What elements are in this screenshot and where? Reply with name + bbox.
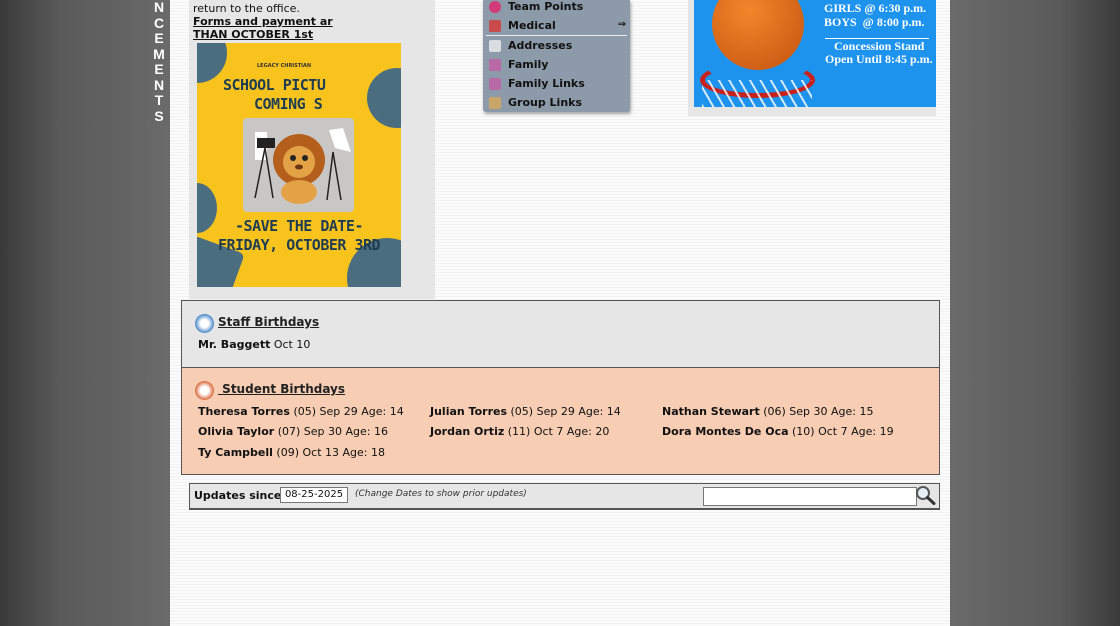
flyer-date: FRIDAY, OCTOBER 3RD <box>217 236 381 254</box>
menu-item-family[interactable]: Family <box>483 56 630 75</box>
birthday-name: Mr. Baggett <box>198 338 271 351</box>
menu-item-group-links[interactable]: Group Links <box>483 94 630 113</box>
birthday-cake-icon <box>195 314 214 333</box>
search-button[interactable] <box>915 485 937 505</box>
updates-date-input[interactable]: 08-25-2025 <box>280 487 348 503</box>
birthday-name: Ty Campbell <box>198 446 273 459</box>
birthday-detail: Oct 10 <box>273 338 311 351</box>
birthday-name: Julian Torres <box>430 405 508 418</box>
school-pictures-flyer[interactable]: LEGACY CHRISTIAN SCHOOL PICTU COMING S -… <box>197 43 401 287</box>
birthday-detail: (09) Oct 13 Age: 18 <box>276 446 385 459</box>
vertical-letter: N <box>153 0 165 15</box>
student-birthday-entry: Theresa Torres (05) Sep 29 Age: 14 <box>198 405 404 418</box>
flyer-decor-shape <box>367 68 401 128</box>
birthday-detail: (07) Sep 30 Age: 16 <box>277 425 388 438</box>
birthday-detail: (11) Oct 7 Age: 20 <box>507 425 610 438</box>
vertical-letter: T <box>154 92 164 108</box>
team-points-icon <box>489 1 501 13</box>
vertical-letter: E <box>154 61 164 77</box>
medical-icon <box>489 20 501 32</box>
lion-photographer-illustration <box>243 118 354 212</box>
student-birthday-entry: Ty Campbell (09) Oct 13 Age: 18 <box>198 446 385 459</box>
concession-hours-text: Open Until 8:45 p.m. <box>825 52 933 66</box>
birthday-detail: (10) Oct 7 Age: 19 <box>792 425 894 438</box>
vertical-letter: M <box>153 45 165 62</box>
vertical-letter: S <box>154 107 164 124</box>
menu-item-label: Medical <box>508 19 556 32</box>
flyer-subtitle: COMING S <box>254 95 323 113</box>
group-links-icon <box>489 97 501 109</box>
announcement-panel: return to the office. Forms and payment … <box>189 0 435 299</box>
menu-item-label: Family <box>508 58 549 71</box>
student-birthday-entry: Dora Montes De Oca (10) Oct 7 Age: 19 <box>662 425 894 438</box>
flyer-save-the-date: -SAVE THE DATE- <box>235 217 363 235</box>
birthday-detail: (05) Sep 29 Age: 14 <box>293 405 404 418</box>
menu-separator <box>486 35 627 36</box>
menu-item-label: Team Points <box>508 0 584 13</box>
birthday-detail: (05) Sep 29 Age: 14 <box>510 405 621 418</box>
student-birthday-entry: Olivia Taylor (07) Sep 30 Age: 16 <box>198 425 388 438</box>
announcement-deadline[interactable]: THAN OCTOBER 1st <box>193 28 313 41</box>
menu-item-family-links[interactable]: Family Links <box>483 75 630 94</box>
vertical-letter: N <box>153 76 165 93</box>
lion-icon <box>254 128 351 204</box>
updates-since-label: Updates since: <box>194 489 286 502</box>
announcement-forms-link[interactable]: Forms and payment ar <box>193 15 333 28</box>
birthday-name: Olivia Taylor <box>198 425 275 438</box>
family-links-icon <box>489 78 501 90</box>
search-icon <box>916 486 936 505</box>
announcement-text: return to the office. <box>193 2 300 15</box>
family-icon <box>489 59 501 71</box>
student-birthday-entry: Julian Torres (05) Sep 29 Age: 14 <box>430 405 621 418</box>
boys-game-time: BOYS @ 8:00 p.m. <box>824 15 925 29</box>
menu-item-label: Group Links <box>508 96 583 109</box>
student-birthdays-panel: Student Birthdays Theresa Torres (05) Se… <box>181 367 940 475</box>
student-birthday-entry: Nathan Stewart (06) Sep 30 Age: 15 <box>662 405 874 418</box>
menu-item-label: Family Links <box>508 77 585 90</box>
student-birthday-entry: Jordan Ortiz (11) Oct 7 Age: 20 <box>430 425 609 438</box>
birthday-name: Dora Montes De Oca <box>662 425 789 438</box>
basketball-icon <box>712 0 804 70</box>
updates-hint: (Change Dates to show prior updates) <box>355 489 527 499</box>
menu-item-team-points[interactable]: Team Points <box>483 0 630 17</box>
basketball-panel: GIRLS @ 6:30 p.m. BOYS @ 8:00 p.m. Conce… <box>688 0 936 116</box>
flyer-school-name: LEGACY CHRISTIAN <box>257 63 312 69</box>
staff-birthdays-title[interactable]: Staff Birthdays <box>218 315 319 329</box>
birthday-cake-icon <box>195 381 214 400</box>
birthday-detail: (06) Sep 30 Age: 15 <box>763 405 874 418</box>
hoop-net-icon <box>702 80 812 107</box>
girls-game-time: GIRLS @ 6:30 p.m. <box>824 1 927 15</box>
flyer-title: SCHOOL PICTU <box>223 76 326 94</box>
birthday-name: Nathan Stewart <box>662 405 760 418</box>
birthday-name: Jordan Ortiz <box>430 425 505 438</box>
menu-item-medical[interactable]: Medical ⇒ <box>483 17 630 36</box>
search-input[interactable] <box>703 487 917 506</box>
staff-birthdays-panel: Staff Birthdays Mr. Baggett Oct 10 <box>181 300 940 368</box>
menu-item-addresses[interactable]: Addresses <box>483 37 630 56</box>
student-birthdays-title[interactable]: Student Birthdays <box>218 382 345 396</box>
address-card-icon <box>489 40 501 52</box>
main-page: return to the office. Forms and payment … <box>170 0 950 626</box>
submenu-arrow-icon: ⇒ <box>617 19 626 30</box>
menu-item-label: Addresses <box>508 39 573 52</box>
vertical-letter: C <box>153 14 165 31</box>
updates-bar: Updates since: 08-25-2025 (Change Dates … <box>189 483 940 510</box>
dropdown-menu: Team Points Medical ⇒ Addresses Family F… <box>483 0 630 112</box>
staff-birthday-entry: Mr. Baggett Oct 10 <box>198 338 310 351</box>
vertical-letter: E <box>154 30 164 46</box>
announcements-vertical-label: N C E M E N T S <box>150 0 168 124</box>
birthday-name: Theresa Torres <box>198 405 290 418</box>
basketball-game-ad[interactable]: GIRLS @ 6:30 p.m. BOYS @ 8:00 p.m. Conce… <box>694 0 936 107</box>
